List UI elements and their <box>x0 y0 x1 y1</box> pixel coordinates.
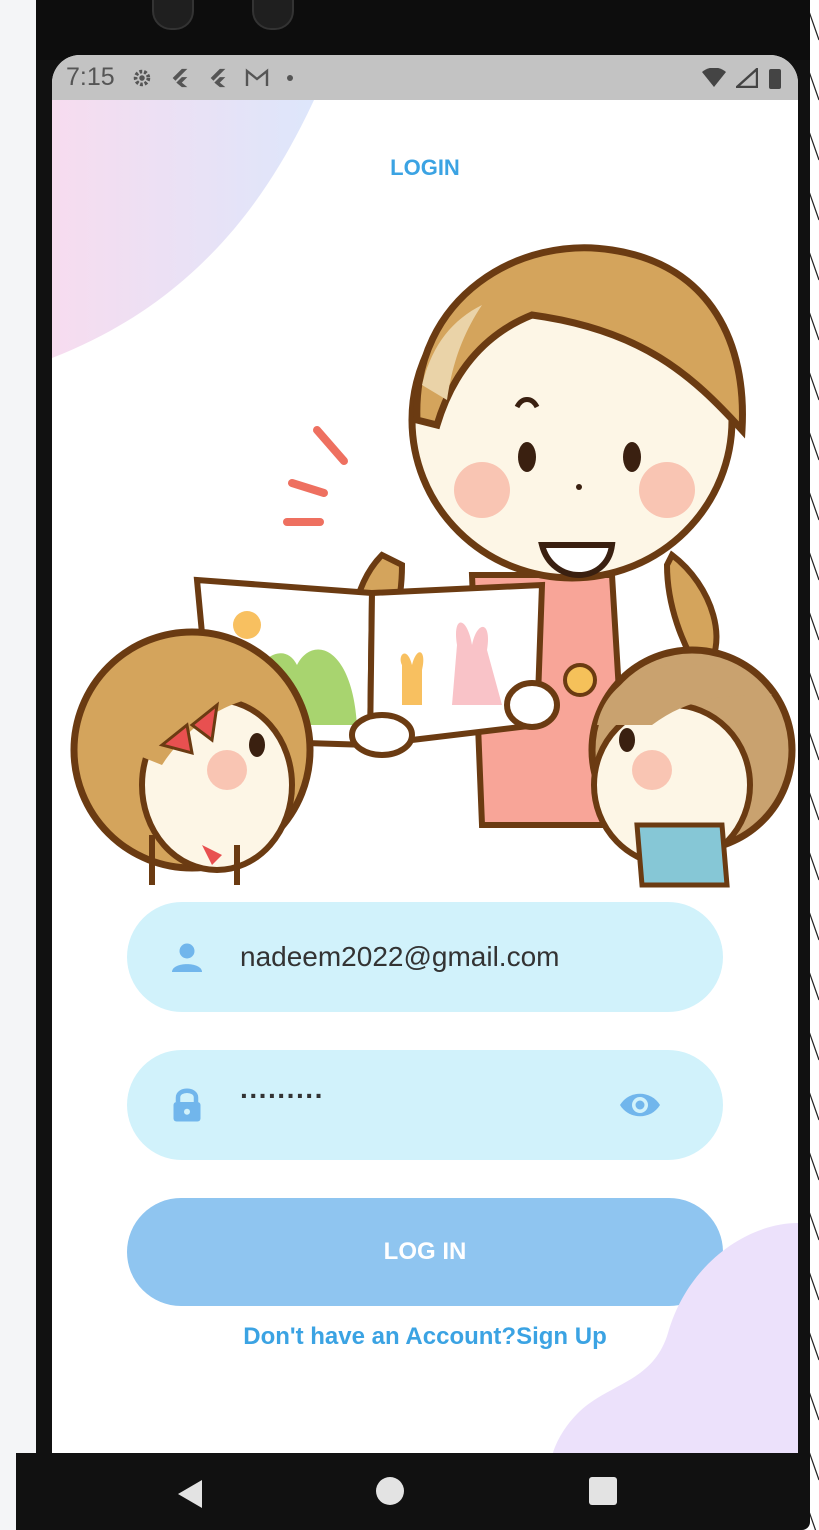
home-icon[interactable] <box>376 1477 404 1505</box>
person-icon <box>172 943 202 972</box>
password-value[interactable]: ········· <box>240 1050 324 1142</box>
gmail-icon <box>245 68 268 86</box>
eye-icon[interactable] <box>619 1088 661 1122</box>
dot-icon <box>286 74 293 81</box>
recents-icon[interactable] <box>589 1477 617 1505</box>
gear-icon <box>133 69 150 86</box>
phone-frame: 7:15 LOGIN nadeem2022@gmail.com ········… <box>36 0 810 1530</box>
app-screen: 7:15 LOGIN nadeem2022@gmail.com ········… <box>52 55 798 1453</box>
camera-icon <box>152 0 194 30</box>
teacher-reading-illustration <box>70 244 796 888</box>
page-title: LOGIN <box>390 155 460 180</box>
camera-icon <box>252 0 294 30</box>
flutter-icon <box>210 68 226 87</box>
navigation-bar <box>16 1453 762 1530</box>
email-field[interactable]: nadeem2022@gmail.com <box>127 902 723 1012</box>
page-background <box>0 0 40 1530</box>
flutter-icon <box>172 68 188 87</box>
wifi-icon <box>702 67 726 87</box>
battery-icon <box>769 68 781 89</box>
email-value[interactable]: nadeem2022@gmail.com <box>240 902 559 1012</box>
lock-icon <box>173 1088 201 1122</box>
phone-top-bezel <box>36 0 810 60</box>
status-bar: 7:15 <box>52 55 798 100</box>
status-time: 7:15 <box>66 63 115 91</box>
signup-link[interactable]: Don't have an Account?Sign Up <box>52 1323 798 1351</box>
back-icon[interactable] <box>176 1479 204 1509</box>
signal-icon <box>736 67 758 88</box>
password-field[interactable]: ········· <box>127 1050 723 1160</box>
